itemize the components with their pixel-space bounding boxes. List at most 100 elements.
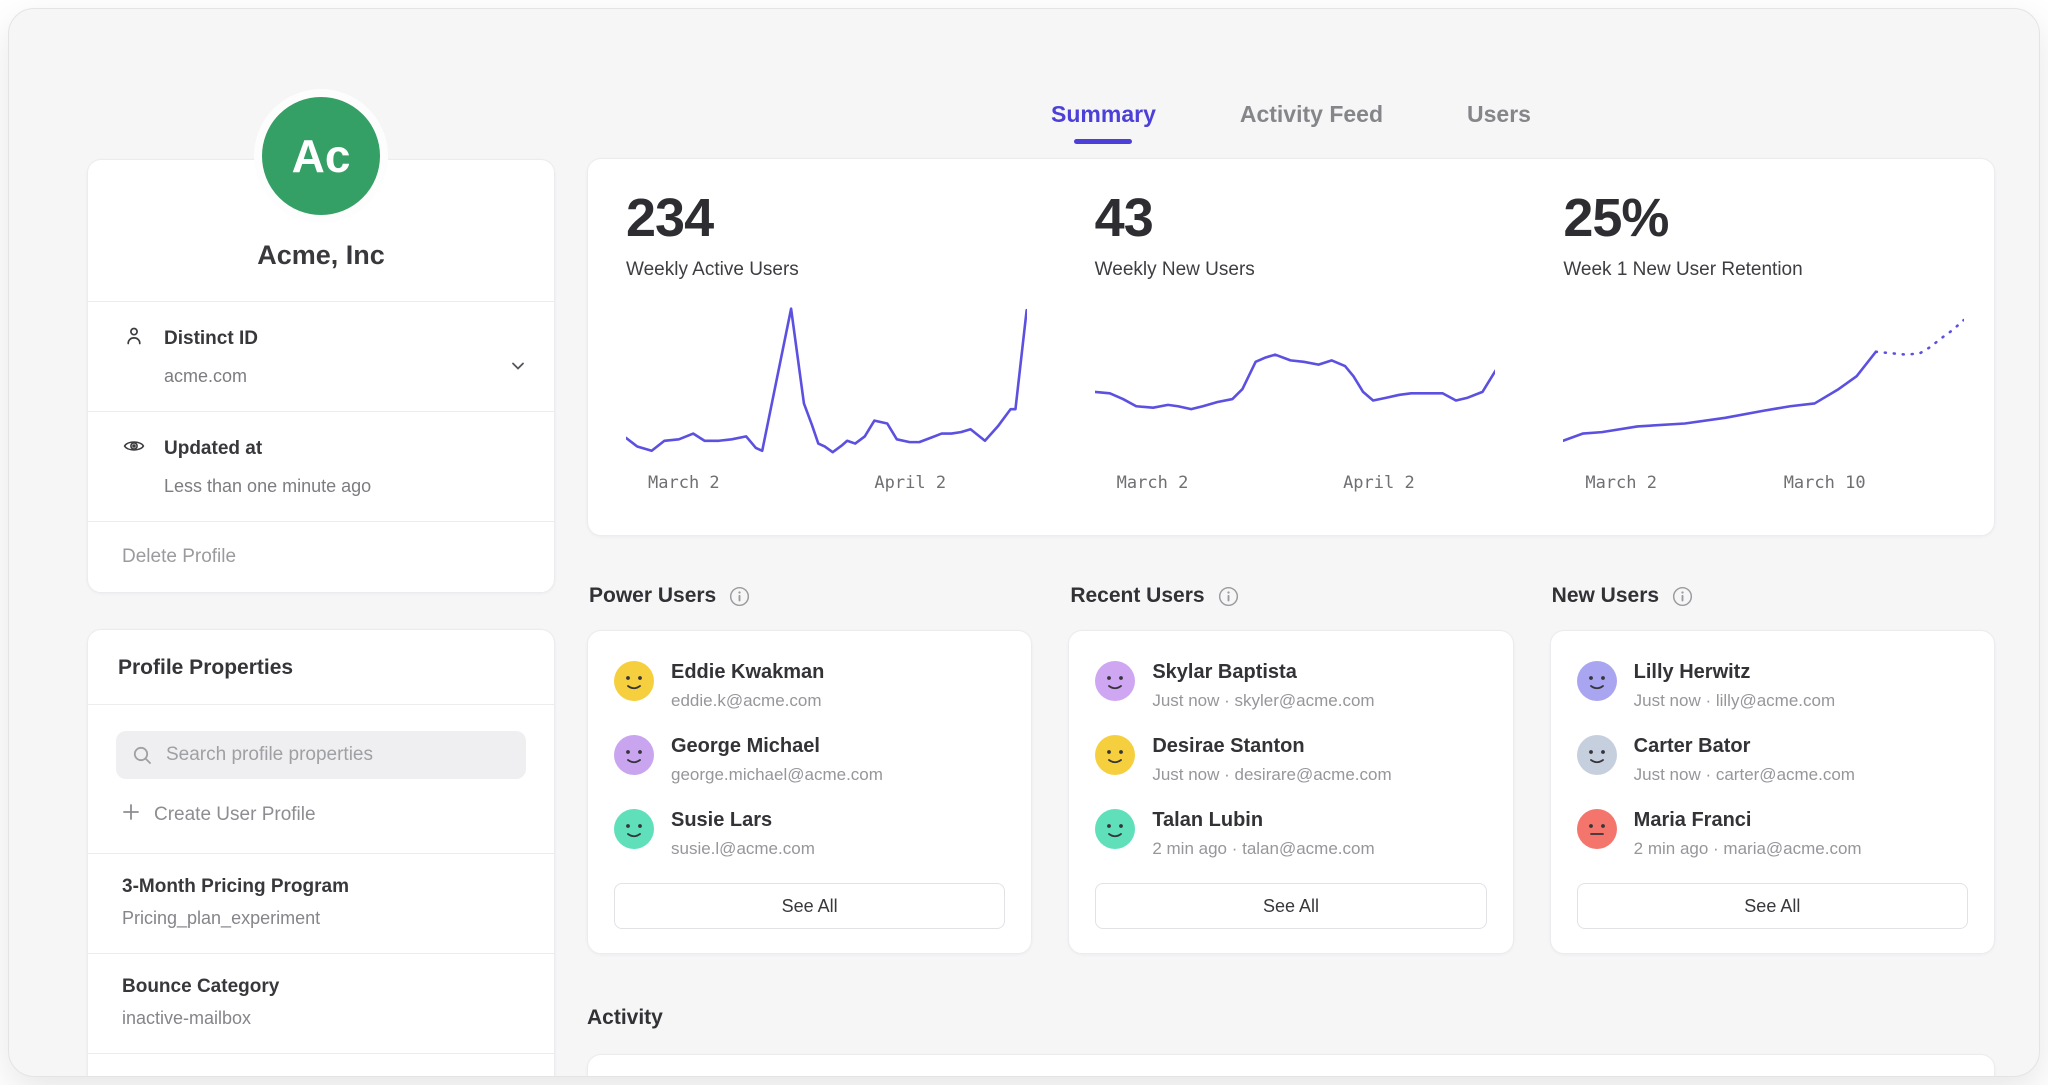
new-users-section: New Users Lilly Herwitz Just now · lilly… <box>1550 584 1995 954</box>
recent-users-card: Skylar Baptista Just now · skyler@acme.c… <box>1068 630 1513 954</box>
power-users-card: Eddie Kwakman eddie.k@acme.com George Mi… <box>587 630 1032 954</box>
stat-value: 234 <box>626 187 1027 249</box>
delete-profile-button[interactable]: Delete Profile <box>88 521 554 592</box>
x-axis-ticks: March 2 April 2 <box>626 469 1027 503</box>
info-icon[interactable] <box>1672 586 1693 607</box>
user-list-item[interactable]: Susie Lars susie.l@acme.com <box>614 809 1005 859</box>
weekly-new-users-chart <box>1095 299 1496 459</box>
user-name: Maria Franci <box>1634 809 1862 832</box>
stat-week1-retention: 25% Week 1 New User Retention March 2 Ma… <box>1525 159 1994 535</box>
user-meta: susie.l@acme.com <box>671 839 815 859</box>
tab-activity-feed[interactable]: Activity Feed <box>1240 101 1383 142</box>
create-user-profile-button[interactable]: Create User Profile <box>88 779 554 853</box>
new-users-card: Lilly Herwitz Just now · lilly@acme.com … <box>1550 630 1995 954</box>
plus-icon <box>122 803 140 827</box>
info-icon[interactable] <box>729 586 750 607</box>
user-meta: Just now · desirare@acme.com <box>1152 765 1391 785</box>
stat-value: 43 <box>1095 187 1496 249</box>
user-list-item[interactable]: Eddie Kwakman eddie.k@acme.com <box>614 661 1005 711</box>
user-name: Desirae Stanton <box>1152 735 1391 758</box>
property-value: Pricing_plan_experiment <box>122 908 526 929</box>
stat-label: Weekly New Users <box>1095 259 1496 281</box>
user-cards-row: Power Users Eddie Kwakman eddie.k@acme.c… <box>587 584 1995 954</box>
updated-at-value: Less than one minute ago <box>164 476 526 497</box>
x-tick: April 2 <box>1343 473 1415 493</box>
user-list-item[interactable]: Desirae Stanton Just now · desirare@acme… <box>1095 735 1486 785</box>
x-axis-ticks: March 2 March 10 <box>1563 469 1964 503</box>
property-name: Bounce Category <box>122 976 526 998</box>
see-all-button[interactable]: See All <box>614 883 1005 929</box>
stat-label: Week 1 New User Retention <box>1563 259 1964 281</box>
person-icon <box>122 324 146 354</box>
see-all-button[interactable]: See All <box>1577 883 1968 929</box>
eye-icon <box>122 434 146 464</box>
new-users-title: New Users <box>1552 584 1659 608</box>
property-row[interactable]: 3-Month Pricing Program Pricing_plan_exp… <box>88 853 554 953</box>
property-row[interactable]: Bounce Category inactive-mailbox <box>88 953 554 1053</box>
week1-retention-chart <box>1563 299 1964 459</box>
recent-users-title: Recent Users <box>1070 584 1204 608</box>
x-tick: March 2 <box>1585 473 1657 493</box>
profile-properties-title: Profile Properties <box>88 630 554 704</box>
search-profile-properties <box>116 731 526 779</box>
tab-bar: Summary Activity Feed Users <box>587 101 1995 158</box>
main-content: Summary Activity Feed Users 234 Weekly A… <box>587 101 1995 1077</box>
app-frame: Ac Acme, Inc Distinct ID acme.com <box>8 8 2040 1077</box>
user-list-item[interactable]: George Michael george.michael@acme.com <box>614 735 1005 785</box>
activity-card: 234 940 3.4k <box>587 1054 1995 1077</box>
user-meta: Just now · lilly@acme.com <box>1634 691 1835 711</box>
profile-sidebar: Ac Acme, Inc Distinct ID acme.com <box>87 89 555 1077</box>
profile-summary-card: Acme, Inc Distinct ID acme.com <box>87 159 555 593</box>
summary-stats-card: 234 Weekly Active Users March 2 April 2 … <box>587 158 1995 536</box>
user-meta: eddie.k@acme.com <box>671 691 824 711</box>
user-name: Lilly Herwitz <box>1634 661 1835 684</box>
user-name: George Michael <box>671 735 883 758</box>
distinct-id-value: acme.com <box>164 366 526 387</box>
tab-users[interactable]: Users <box>1467 101 1531 142</box>
user-avatar <box>614 809 654 849</box>
power-users-section: Power Users Eddie Kwakman eddie.k@acme.c… <box>587 584 1032 954</box>
stat-label: Weekly Active Users <box>626 259 1027 281</box>
user-meta: 2 min ago · talan@acme.com <box>1152 839 1374 859</box>
chevron-down-icon[interactable] <box>508 356 528 381</box>
user-meta: Just now · skyler@acme.com <box>1152 691 1374 711</box>
user-name: Skylar Baptista <box>1152 661 1374 684</box>
user-list-item[interactable]: Skylar Baptista Just now · skyler@acme.c… <box>1095 661 1486 711</box>
distinct-id-label: Distinct ID <box>164 328 258 350</box>
see-all-button[interactable]: See All <box>1095 883 1486 929</box>
x-tick: March 2 <box>648 473 720 493</box>
activity-stat-value: 234 <box>588 1055 1057 1077</box>
user-avatar <box>614 735 654 775</box>
updated-at-row: Updated at Less than one minute ago <box>88 411 554 521</box>
property-name: 3-Month Pricing Program <box>122 876 526 898</box>
company-avatar-initials: Ac <box>292 129 351 183</box>
user-name: Eddie Kwakman <box>671 661 824 684</box>
property-name: Browser <box>122 1076 526 1077</box>
create-user-profile-label: Create User Profile <box>154 804 316 826</box>
activity-stat-value: 940 <box>1057 1055 1526 1077</box>
recent-users-section: Recent Users Skylar Baptista Just now · … <box>1068 584 1513 954</box>
user-avatar <box>1095 809 1135 849</box>
user-list-item[interactable]: Talan Lubin 2 min ago · talan@acme.com <box>1095 809 1486 859</box>
user-avatar <box>614 661 654 701</box>
user-list-item[interactable]: Lilly Herwitz Just now · lilly@acme.com <box>1577 661 1968 711</box>
x-axis-ticks: March 2 April 2 <box>1095 469 1496 503</box>
search-input[interactable] <box>116 731 526 779</box>
stat-weekly-new-users: 43 Weekly New Users March 2 April 2 <box>1057 159 1526 535</box>
company-name: Acme, Inc <box>88 240 554 301</box>
distinct-id-row: Distinct ID acme.com <box>88 301 554 411</box>
user-meta: Just now · carter@acme.com <box>1634 765 1855 785</box>
user-avatar <box>1577 809 1617 849</box>
user-avatar <box>1577 661 1617 701</box>
user-meta: 2 min ago · maria@acme.com <box>1634 839 1862 859</box>
x-tick: March 10 <box>1784 473 1866 493</box>
user-list-item[interactable]: Carter Bator Just now · carter@acme.com <box>1577 735 1968 785</box>
user-avatar <box>1095 735 1135 775</box>
user-list-item[interactable]: Maria Franci 2 min ago · maria@acme.com <box>1577 809 1968 859</box>
stat-weekly-active-users: 234 Weekly Active Users March 2 April 2 <box>588 159 1057 535</box>
stat-value: 25% <box>1563 187 1964 249</box>
power-users-title: Power Users <box>589 584 716 608</box>
info-icon[interactable] <box>1218 586 1239 607</box>
property-row[interactable]: Browser Chrome <box>88 1053 554 1077</box>
tab-summary[interactable]: Summary <box>1051 101 1156 142</box>
